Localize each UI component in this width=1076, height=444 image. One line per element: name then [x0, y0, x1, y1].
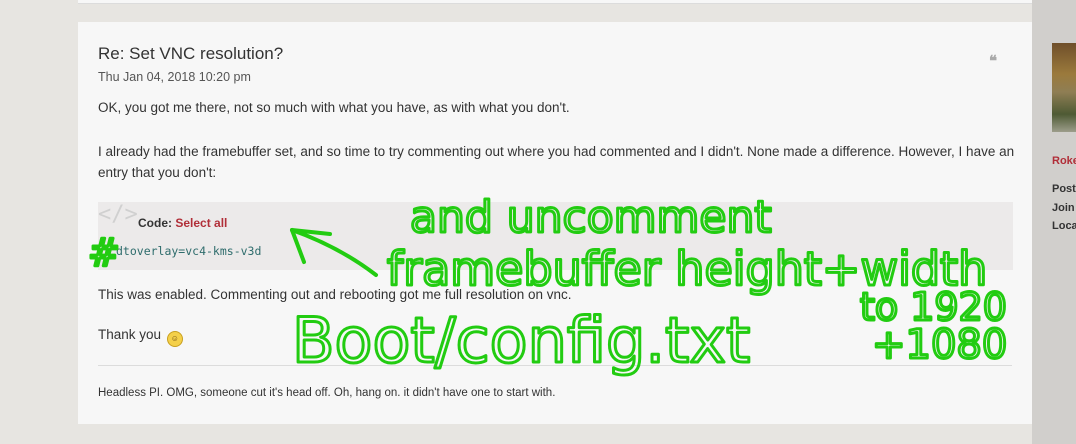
- code-content: dtoverlay=vc4-kms-v3d: [116, 244, 262, 258]
- author-location: Loca: [1052, 220, 1076, 232]
- avatar[interactable]: [1052, 43, 1076, 132]
- author-username[interactable]: Roke: [1052, 155, 1076, 167]
- author-joined: Join: [1052, 202, 1075, 214]
- code-header: Code: Select all: [138, 216, 227, 230]
- post-paragraph-3: This was enabled. Commenting out and reb…: [98, 287, 572, 302]
- signature-divider: [98, 365, 1012, 366]
- post-date: Thu Jan 04, 2018 10:20 pm: [98, 70, 251, 84]
- thank-you-text: Thank you: [98, 327, 162, 342]
- post-paragraph-4: Thank you ☺: [98, 324, 1018, 347]
- previous-post-edge: [78, 0, 1032, 4]
- code-block: </> Code: Select all dtoverlay=vc4-kms-v…: [98, 202, 1013, 270]
- code-icon: </>: [98, 202, 138, 227]
- forum-post: Re: Set VNC resolution? Thu Jan 04, 2018…: [78, 22, 1032, 424]
- post-paragraph-2: I already had the framebuffer set, and s…: [98, 144, 1015, 180]
- smiley-icon: ☺: [166, 331, 183, 347]
- code-label: Code:: [138, 216, 172, 230]
- post-title[interactable]: Re: Set VNC resolution?: [98, 44, 283, 64]
- select-all-link[interactable]: Select all: [175, 216, 227, 230]
- quote-icon[interactable]: ❝: [989, 52, 997, 70]
- post-signature: Headless PI. OMG, someone cut it's head …: [98, 387, 556, 399]
- post-paragraph-1: OK, you got me there, not so much with w…: [98, 100, 570, 115]
- author-posts: Post: [1052, 183, 1076, 195]
